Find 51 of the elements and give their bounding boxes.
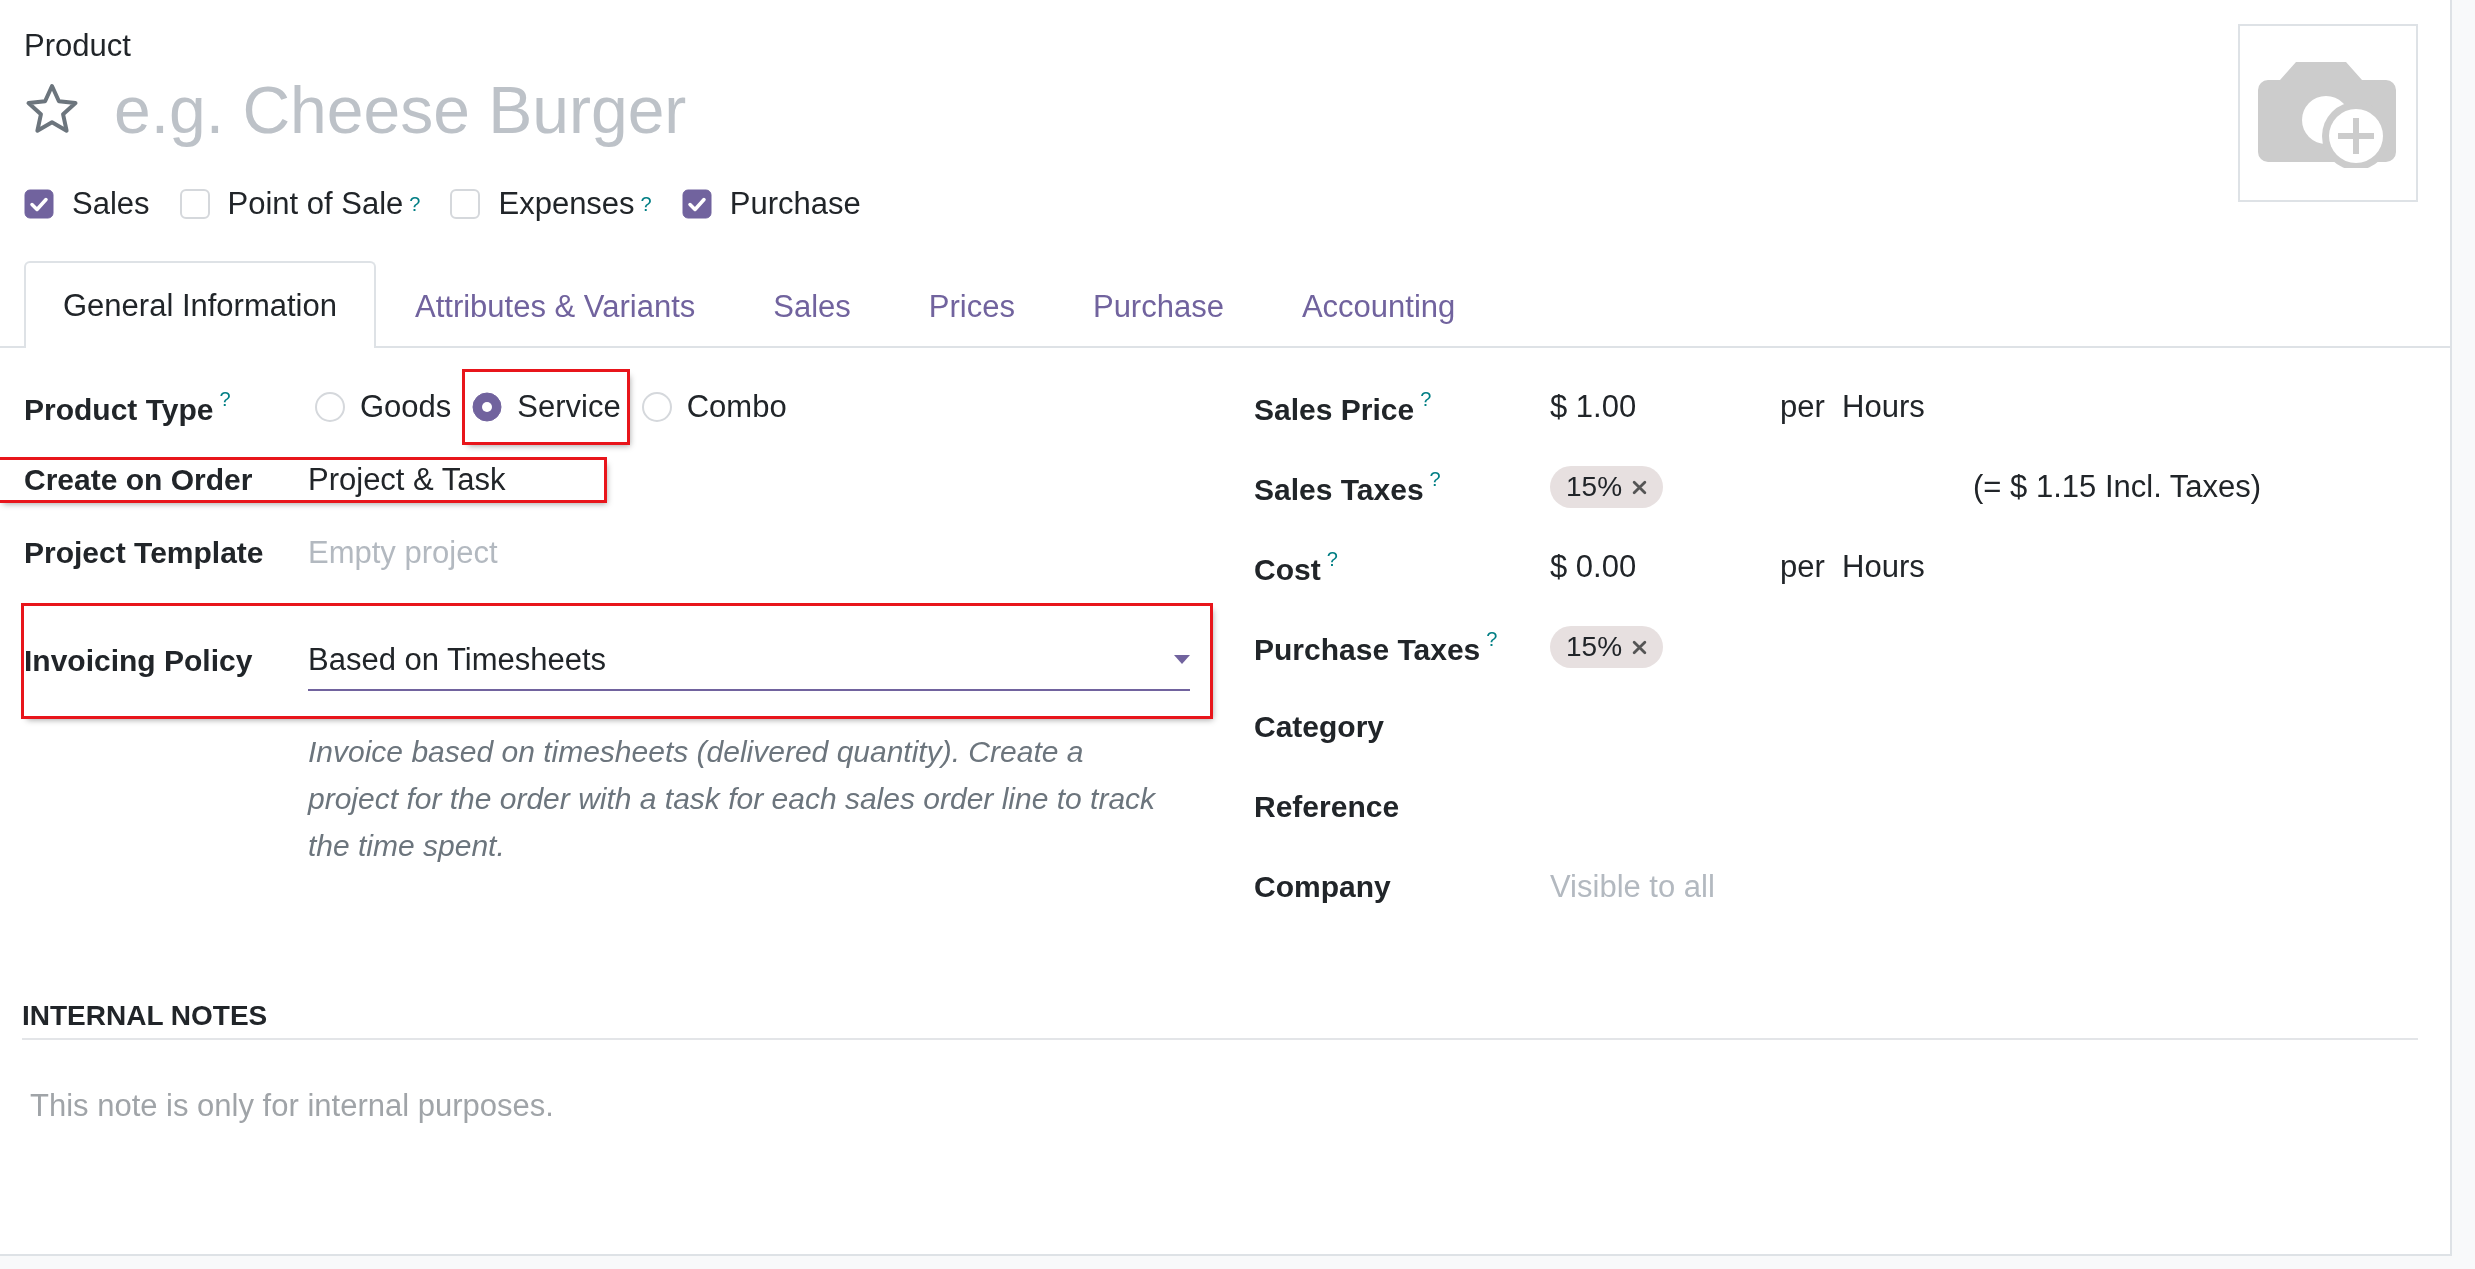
help-mark[interactable]: ? bbox=[409, 192, 421, 216]
radio-label[interactable]: Service bbox=[517, 389, 621, 425]
tab[interactable]: Accounting bbox=[1262, 263, 1495, 348]
tax-included-text: (= $ 1.15 Incl. Taxes) bbox=[1973, 469, 2262, 505]
checkbox[interactable] bbox=[681, 189, 712, 219]
checkbox-label[interactable]: Expenses bbox=[498, 186, 635, 222]
field-label: Invoicing Policy bbox=[24, 644, 253, 677]
field-label: Product Type bbox=[24, 392, 214, 426]
help-mark[interactable]: ? bbox=[1429, 467, 1441, 490]
checkbox[interactable] bbox=[24, 189, 54, 219]
checkbox-label[interactable]: Sales bbox=[72, 186, 150, 222]
section-title: INTERNAL NOTES bbox=[22, 1000, 2418, 1040]
tab[interactable]: General Information bbox=[24, 261, 376, 348]
radio-label[interactable]: Goods bbox=[360, 389, 452, 425]
price-value[interactable]: $ 0.00 bbox=[1550, 549, 1780, 585]
tab[interactable]: Prices bbox=[889, 263, 1054, 348]
field-label: Sales Price bbox=[1254, 392, 1415, 426]
tab[interactable]: Sales bbox=[734, 263, 890, 348]
field-value[interactable]: Project & Task bbox=[308, 462, 506, 498]
radio-label[interactable]: Combo bbox=[686, 389, 787, 425]
remove-icon[interactable] bbox=[1632, 479, 1648, 495]
field-label: Product bbox=[24, 28, 132, 64]
tax-tag[interactable]: 15% bbox=[1550, 466, 1664, 508]
unit-label: per Hours bbox=[1780, 549, 1926, 585]
radio-button[interactable] bbox=[640, 391, 673, 423]
help-text: Invoice based on timesheets (delivered quantity). Create a project for the order with a task for each sales order line to track the time spent. bbox=[308, 734, 1157, 864]
select-field[interactable]: Based on Timesheets bbox=[308, 631, 1190, 691]
field-label: Purchase Taxes bbox=[1254, 632, 1481, 666]
tax-tag[interactable]: 15% bbox=[1550, 626, 1664, 668]
help-mark[interactable]: ? bbox=[1326, 547, 1338, 570]
help-mark[interactable]: ? bbox=[640, 192, 652, 216]
checkbox-label[interactable]: Purchase bbox=[729, 186, 861, 222]
caret-icon bbox=[1174, 655, 1190, 665]
field-label: Project Template bbox=[24, 536, 264, 569]
checkbox-label[interactable]: Point of Sale bbox=[227, 186, 404, 222]
field-label: Reference bbox=[1254, 790, 1400, 823]
radio-button[interactable] bbox=[314, 391, 346, 423]
price-value[interactable]: $ 1.00 bbox=[1550, 389, 1780, 425]
radio-button[interactable] bbox=[471, 391, 504, 423]
remove-icon[interactable] bbox=[1632, 639, 1648, 655]
field-label: Cost bbox=[1254, 552, 1321, 586]
field-label: Category bbox=[1254, 710, 1385, 743]
unit-label: per Hours bbox=[1780, 389, 1926, 425]
field-label: Create on Order bbox=[24, 463, 253, 496]
field-label: Sales Taxes bbox=[1254, 472, 1424, 506]
help-mark[interactable]: ? bbox=[1420, 387, 1432, 410]
help-mark[interactable]: ? bbox=[1486, 627, 1498, 650]
help-mark[interactable]: ? bbox=[219, 387, 231, 410]
tab[interactable]: Attributes & Variants bbox=[376, 263, 735, 348]
field-label: Company bbox=[1254, 870, 1391, 903]
tab[interactable]: Purchase bbox=[1053, 263, 1263, 348]
